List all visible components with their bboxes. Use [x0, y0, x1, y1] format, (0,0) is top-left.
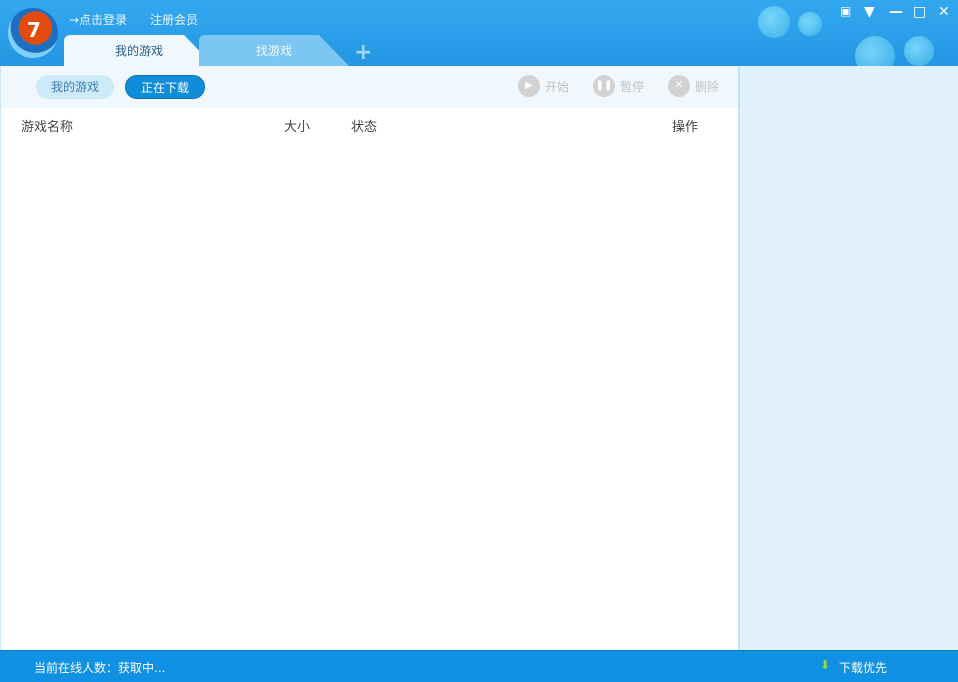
tab-my-games[interactable]: 我的游戏 [64, 35, 214, 66]
add-tab-icon[interactable]: + [354, 40, 372, 65]
delete-button[interactable]: ✕ 删除 [668, 75, 719, 97]
pause-button[interactable]: ❚❚ 暂停 [593, 75, 644, 97]
app-logo: 7 [8, 8, 58, 58]
toolbar: 我的游戏 正在下载 ▶ 开始 ❚❚ 暂停 ✕ 删除 [1, 66, 738, 108]
column-size[interactable]: 大小 [284, 116, 310, 135]
pause-icon: ❚❚ [593, 75, 615, 97]
delete-icon: ✕ [668, 75, 690, 97]
column-name[interactable]: 游戏名称 [21, 116, 73, 135]
downloading-button[interactable]: 正在下载 [125, 75, 206, 99]
start-button[interactable]: ▶ 开始 [518, 75, 569, 97]
status-bar: 当前在线人数：获取中... ⬇ 下载优先 [0, 650, 958, 682]
column-status[interactable]: 状态 [351, 116, 377, 135]
feedback-icon[interactable]: ▣ [840, 4, 851, 18]
register-link[interactable]: 注册会员 [150, 11, 198, 28]
close-icon[interactable]: ✕ [938, 4, 950, 20]
side-panel [738, 66, 958, 650]
column-action[interactable]: 操作 [672, 116, 698, 135]
maximize-icon[interactable]: □ [913, 4, 926, 20]
online-count: 当前在线人数：获取中... [34, 661, 166, 675]
title-bar: 7 →点击登录 注册会员 我的游戏 找游戏 + ▣ ▼ — □ ✕ [0, 0, 958, 66]
download-panel: 我的游戏 正在下载 ▶ 开始 ❚❚ 暂停 ✕ 删除 游戏名称 大小 状态 操作 [0, 66, 738, 650]
play-icon: ▶ [518, 75, 540, 97]
my-games-button[interactable]: 我的游戏 [36, 75, 115, 99]
login-link[interactable]: →点击登录 [69, 11, 127, 28]
download-icon: ⬇ [820, 658, 831, 672]
download-priority-button[interactable]: 下载优先 [839, 659, 887, 676]
minimize-icon[interactable]: — [889, 4, 903, 20]
menu-icon[interactable]: ▼ [864, 4, 875, 20]
tab-find-games[interactable]: 找游戏 [199, 35, 349, 66]
